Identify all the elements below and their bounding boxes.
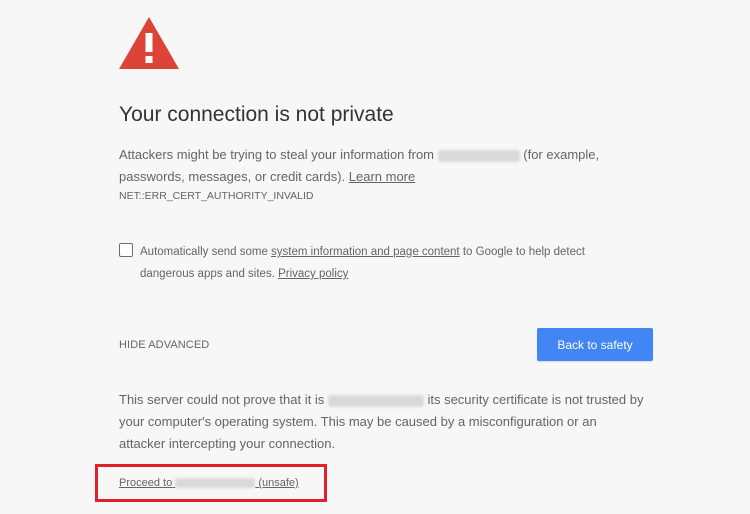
hide-advanced-button[interactable]: HIDE ADVANCED (119, 339, 209, 351)
back-to-safety-button[interactable]: Back to safety (537, 328, 653, 361)
redacted-host (437, 149, 520, 162)
report-checkbox[interactable] (119, 243, 133, 257)
details-text-before: This server could not prove that it is (119, 392, 325, 407)
proceed-suffix: (unsafe) (258, 477, 299, 489)
advanced-details: This server could not prove that it is i… (119, 389, 644, 455)
proceed-unsafe-link[interactable]: Proceed to (unsafe) (119, 477, 299, 489)
page-title: Your connection is not private (119, 103, 394, 126)
proceed-prefix: Proceed to (119, 477, 173, 489)
report-label: Automatically send some system informati… (140, 241, 640, 285)
intro-text-before: Attackers might be trying to steal your … (119, 147, 435, 162)
learn-more-link[interactable]: Learn more (349, 169, 415, 184)
privacy-policy-link[interactable]: Privacy policy (278, 268, 348, 280)
warning-triangle-icon (119, 17, 179, 69)
redacted-host (175, 478, 256, 489)
ssl-interstitial-page: Your connection is not private Attackers… (0, 0, 750, 514)
report-prefix: Automatically send some (140, 246, 268, 258)
intro-paragraph: Attackers might be trying to steal your … (119, 144, 649, 188)
system-info-link[interactable]: system information and page content (271, 246, 460, 258)
error-code: NET::ERR_CERT_AUTHORITY_INVALID (119, 190, 314, 202)
redacted-host (327, 394, 424, 407)
